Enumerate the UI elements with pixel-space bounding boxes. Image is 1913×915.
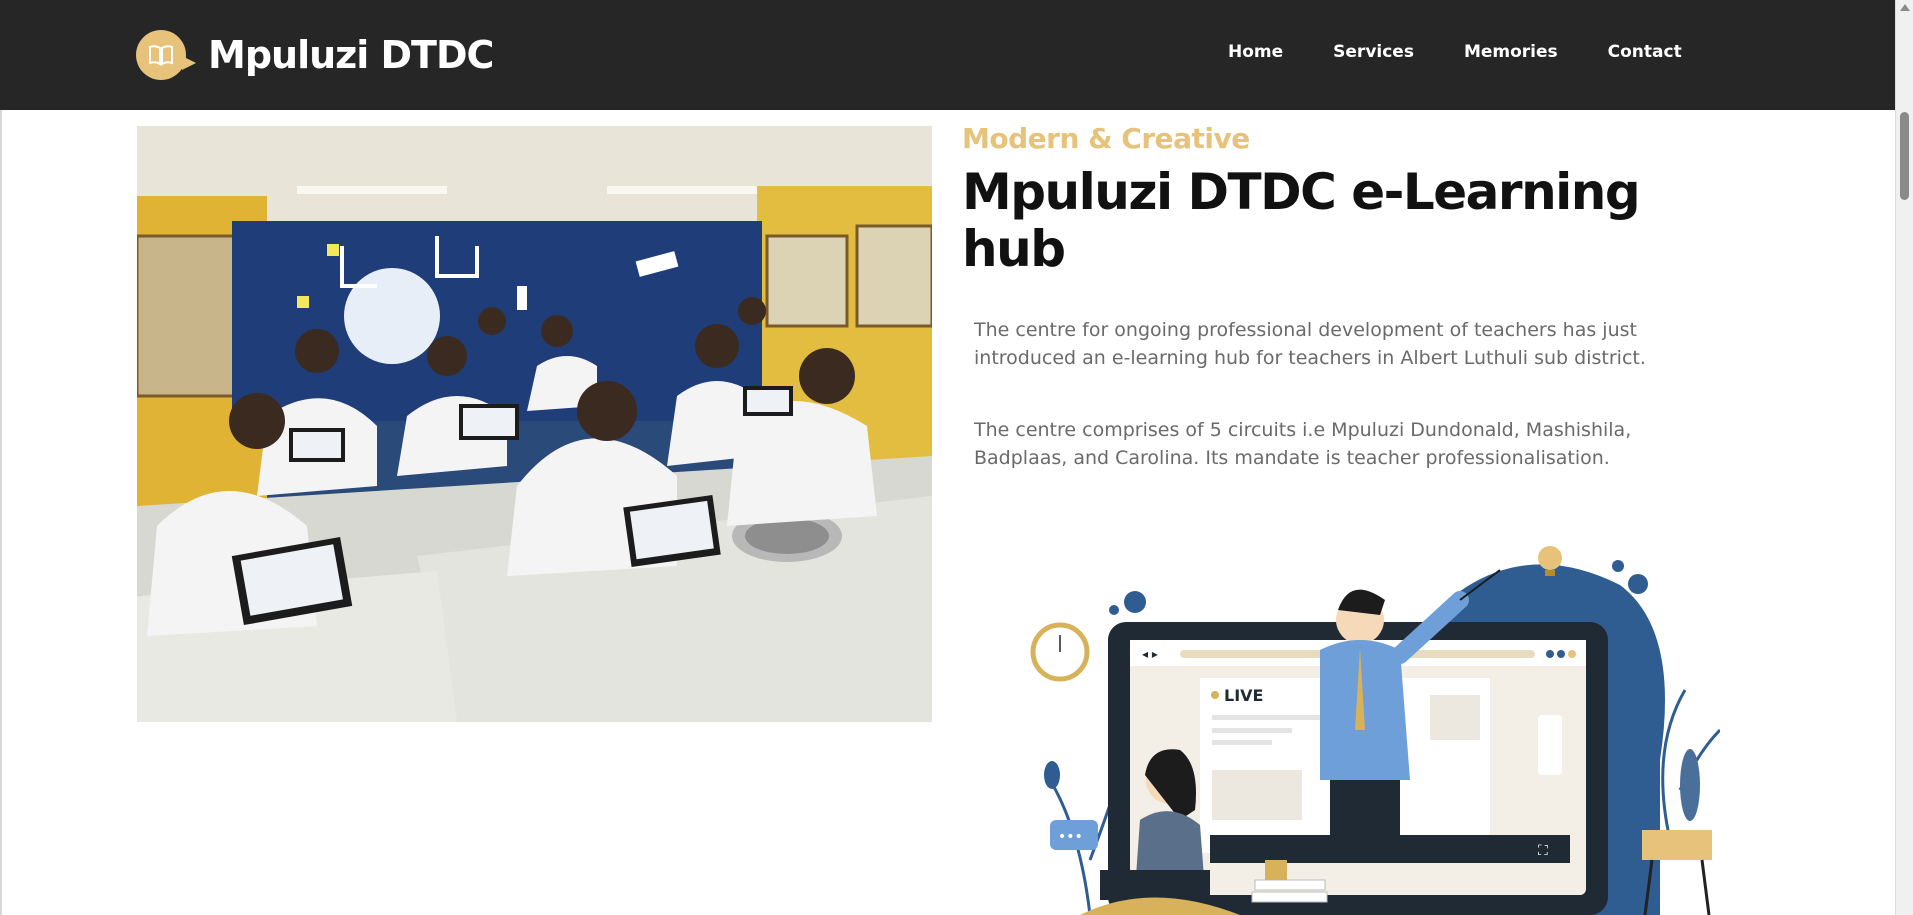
hero-paragraph: The centre comprises of 5 circuits i.e M…	[974, 419, 1632, 469]
hero-paragraph: The centre for ongoing professional deve…	[974, 319, 1646, 369]
open-book-icon	[136, 30, 196, 80]
svg-text:◂ ▸: ◂ ▸	[1142, 647, 1158, 661]
scrollbar-thumb[interactable]	[1900, 112, 1909, 200]
hero-title: Mpuluzi DTDC e-Learning hub	[962, 163, 1641, 278]
nav-services[interactable]: Services	[1333, 42, 1414, 62]
site-header: Mpuluzi DTDC Home Services Memories Cont…	[0, 0, 1895, 110]
hero-eyebrow: Modern & Creative	[962, 122, 1250, 155]
vertical-scrollbar[interactable]	[1895, 0, 1913, 915]
e-learning-illustration: ◂ ▸ LIVE ⛶ •••	[1030, 530, 1722, 915]
live-label: LIVE	[1224, 686, 1263, 705]
site-logo[interactable]: Mpuluzi DTDC	[136, 28, 494, 82]
scroll-up-icon[interactable]	[1900, 4, 1910, 11]
nav-contact[interactable]: Contact	[1608, 42, 1682, 62]
nav-home[interactable]: Home	[1228, 42, 1283, 62]
main-nav: Home Services Memories Contact	[1228, 42, 1732, 62]
svg-text:•••: •••	[1058, 829, 1083, 845]
classroom-photo	[137, 126, 932, 722]
brand-name: Mpuluzi DTDC	[208, 33, 494, 77]
page-divider	[0, 110, 2, 915]
svg-text:⛶: ⛶	[1538, 843, 1548, 859]
nav-memories[interactable]: Memories	[1464, 42, 1558, 62]
